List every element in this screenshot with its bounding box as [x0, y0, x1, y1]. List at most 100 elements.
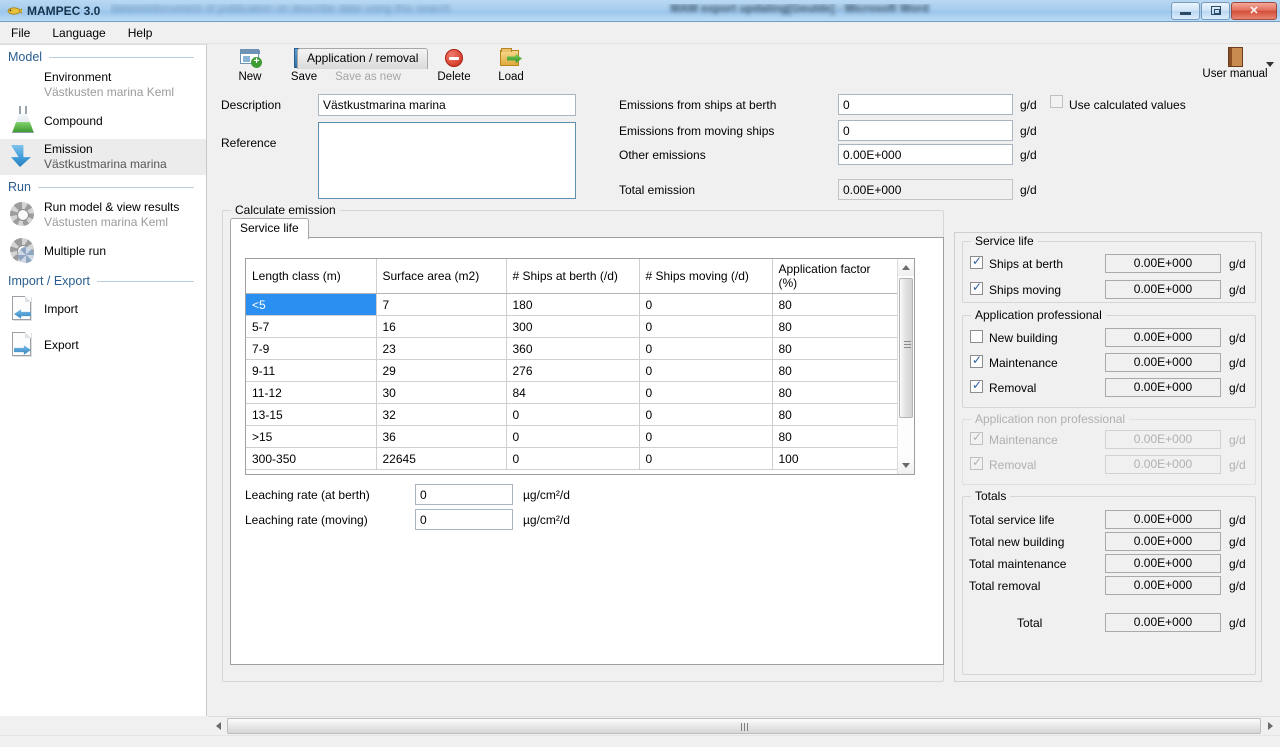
- scrollbar-thumb[interactable]: [899, 278, 913, 418]
- cell-surface-area[interactable]: 32: [376, 403, 507, 426]
- cell-application-factor[interactable]: 80: [772, 381, 900, 404]
- column-header-ships-moving[interactable]: # Ships moving (/d): [639, 259, 773, 294]
- ships-moving-checkbox[interactable]: [970, 280, 983, 295]
- column-header-application-factor[interactable]: Application factor (%): [772, 259, 900, 294]
- cell-length-class[interactable]: 5-7: [246, 315, 377, 338]
- cell-length-class[interactable]: 11-12: [246, 381, 377, 404]
- delete-button-label: Delete: [437, 71, 471, 83]
- sidebar-item-label: Multiple run: [44, 243, 107, 258]
- maintenance-professional-unit: g/d: [1229, 356, 1246, 370]
- cell-application-factor[interactable]: 80: [772, 315, 900, 338]
- cell-ships-moving[interactable]: 0: [639, 359, 773, 382]
- use-calculated-values-checkbox[interactable]: [1050, 95, 1063, 108]
- table-row[interactable]: 13-15 32 0 0 80: [246, 403, 900, 426]
- cell-length-class[interactable]: <5: [246, 293, 377, 316]
- cell-ships-moving[interactable]: 0: [639, 293, 773, 316]
- cell-application-factor[interactable]: 100: [772, 447, 900, 470]
- ships-at-berth-checkbox[interactable]: [970, 254, 983, 269]
- table-row[interactable]: 5-7 16 300 0 80: [246, 315, 900, 338]
- minimize-button[interactable]: [1171, 1, 1200, 20]
- cell-ships-moving[interactable]: 0: [639, 425, 773, 448]
- close-button[interactable]: ✕: [1231, 1, 1277, 20]
- cell-ships-at-berth[interactable]: 180: [506, 293, 640, 316]
- sidebar-item-label: Emission: [44, 142, 93, 157]
- menu-help[interactable]: Help: [117, 23, 164, 43]
- cell-ships-at-berth[interactable]: 0: [506, 425, 640, 448]
- menu-language[interactable]: Language: [41, 23, 116, 43]
- cell-surface-area[interactable]: 29: [376, 359, 507, 382]
- table-row[interactable]: <5 7 180 0 80: [246, 293, 900, 316]
- cell-surface-area[interactable]: 36: [376, 425, 507, 448]
- sidebar-item-emission[interactable]: Emission Västkustmarina marina: [0, 139, 206, 175]
- table-vertical-scrollbar[interactable]: [897, 259, 914, 474]
- sidebar-item-compound[interactable]: Compound: [0, 103, 206, 139]
- scroll-left-arrow-icon[interactable]: [210, 718, 226, 734]
- cell-ships-moving[interactable]: 0: [639, 447, 773, 470]
- sidebar-item-export[interactable]: Export: [0, 327, 206, 363]
- cell-ships-moving[interactable]: 0: [639, 403, 773, 426]
- cell-ships-at-berth[interactable]: 84: [506, 381, 640, 404]
- new-building-checkbox[interactable]: [970, 330, 983, 343]
- cell-length-class[interactable]: >15: [246, 425, 377, 448]
- scroll-down-arrow-icon[interactable]: [898, 457, 914, 474]
- emissions-moving-input[interactable]: [838, 120, 1013, 141]
- chevron-down-icon[interactable]: [1266, 62, 1274, 67]
- restore-button[interactable]: [1201, 1, 1230, 20]
- sidebar-item-environment[interactable]: Environment Västkusten marina Keml: [0, 67, 206, 103]
- cell-ships-at-berth[interactable]: 0: [506, 447, 640, 470]
- ships-at-berth-value: 0.00E+000: [1105, 254, 1221, 273]
- cell-application-factor[interactable]: 80: [772, 337, 900, 360]
- load-button[interactable]: Load: [475, 46, 547, 86]
- cell-surface-area[interactable]: 23: [376, 337, 507, 360]
- other-emissions-input[interactable]: [838, 144, 1013, 165]
- cell-length-class[interactable]: 9-11: [246, 359, 377, 382]
- cell-application-factor[interactable]: 80: [772, 425, 900, 448]
- menu-file[interactable]: File: [0, 23, 41, 43]
- description-input[interactable]: [318, 94, 576, 116]
- horizontal-scrollbar[interactable]: [208, 716, 1280, 735]
- removal-professional-value: 0.00E+000: [1105, 378, 1221, 397]
- tab-application-removal[interactable]: Application / removal: [297, 48, 429, 69]
- cell-application-factor[interactable]: 80: [772, 359, 900, 382]
- cell-application-factor[interactable]: 80: [772, 403, 900, 426]
- cell-ships-moving[interactable]: 0: [639, 381, 773, 404]
- cell-surface-area[interactable]: 22645: [376, 447, 507, 470]
- cell-ships-at-berth[interactable]: 360: [506, 337, 640, 360]
- table-row[interactable]: 11-12 30 84 0 80: [246, 381, 900, 404]
- table-row[interactable]: 7-9 23 360 0 80: [246, 337, 900, 360]
- column-header-ships-at-berth[interactable]: # Ships at berth (/d): [506, 259, 640, 294]
- cell-surface-area[interactable]: 7: [376, 293, 507, 316]
- sidebar-item-run-model[interactable]: Run model & view results Västusten marin…: [0, 197, 206, 233]
- cell-length-class[interactable]: 7-9: [246, 337, 377, 360]
- cell-ships-at-berth[interactable]: 300: [506, 315, 640, 338]
- table-row[interactable]: 9-11 29 276 0 80: [246, 359, 900, 382]
- cell-surface-area[interactable]: 30: [376, 381, 507, 404]
- horizontal-scrollbar-thumb[interactable]: [227, 718, 1261, 734]
- maintenance-professional-checkbox[interactable]: [970, 353, 983, 368]
- other-emissions-label: Other emissions: [619, 148, 706, 162]
- sidebar-item-multiple-run[interactable]: Multiple run: [0, 233, 206, 269]
- tab-service-life[interactable]: Service life: [230, 218, 309, 239]
- leaching-moving-input[interactable]: [415, 509, 513, 530]
- cell-surface-area[interactable]: 16: [376, 315, 507, 338]
- emissions-at-berth-input[interactable]: [838, 94, 1013, 115]
- column-header-length-class[interactable]: Length class (m): [246, 259, 377, 294]
- leaching-at-berth-input[interactable]: [415, 484, 513, 505]
- removal-professional-checkbox[interactable]: [970, 378, 983, 393]
- table-row[interactable]: 300-350 22645 0 0 100: [246, 447, 900, 470]
- column-header-surface-area[interactable]: Surface area (m2): [376, 259, 507, 294]
- reference-textarea[interactable]: [318, 122, 576, 199]
- table-row[interactable]: >15 36 0 0 80: [246, 425, 900, 448]
- cell-length-class[interactable]: 13-15: [246, 403, 377, 426]
- cell-ships-moving[interactable]: 0: [639, 315, 773, 338]
- cell-ships-at-berth[interactable]: 276: [506, 359, 640, 382]
- length-class-table[interactable]: Length class (m) Surface area (m2) # Shi…: [245, 258, 915, 475]
- cell-application-factor[interactable]: 80: [772, 293, 900, 316]
- cell-ships-moving[interactable]: 0: [639, 337, 773, 360]
- sidebar-item-import[interactable]: Import: [0, 291, 206, 327]
- cell-length-class[interactable]: 300-350: [246, 447, 377, 470]
- scroll-right-arrow-icon[interactable]: [1262, 718, 1278, 734]
- cell-ships-at-berth[interactable]: 0: [506, 403, 640, 426]
- user-manual-button[interactable]: User manual: [1196, 46, 1274, 86]
- scroll-up-arrow-icon[interactable]: [898, 259, 914, 276]
